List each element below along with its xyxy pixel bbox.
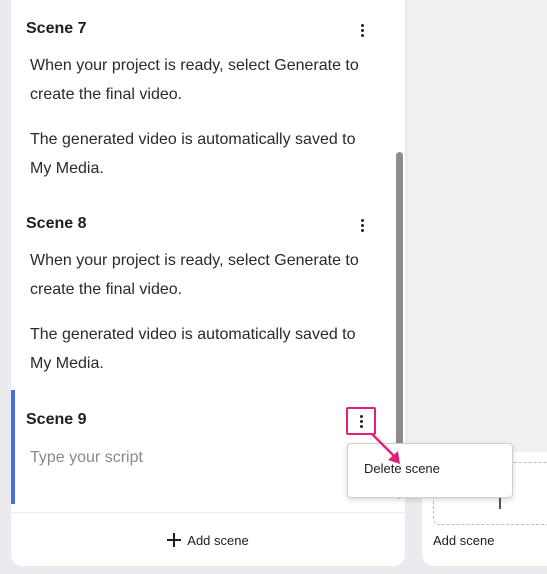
preview-panel xyxy=(408,0,547,452)
editor-canvas: Add scene Scene 7 When your project is r… xyxy=(0,0,547,574)
active-scene-indicator xyxy=(11,390,15,504)
scene-script-panel: Scene 7 When your project is ready, sele… xyxy=(11,0,405,566)
script-paragraph: When your project is ready, select Gener… xyxy=(30,57,359,103)
more-vertical-icon[interactable] xyxy=(346,407,376,435)
add-scene-button[interactable]: Add scene xyxy=(11,512,405,566)
scene-options-menu: Delete scene xyxy=(347,443,513,498)
more-vertical-icon[interactable] xyxy=(354,215,370,235)
delete-scene-menu-item[interactable]: Delete scene xyxy=(364,461,440,476)
scene-title: Scene 8 xyxy=(26,215,87,232)
script-paragraph: The generated video is automatically sav… xyxy=(30,326,356,372)
script-paragraph: The generated video is automatically sav… xyxy=(30,131,356,177)
add-scene-label: Add scene xyxy=(187,532,249,548)
script-paragraph: When your project is ready, select Gener… xyxy=(30,252,359,298)
scene-script-text[interactable]: When your project is ready, select Gener… xyxy=(30,51,375,183)
plus-icon xyxy=(167,533,182,547)
script-input[interactable]: Type your script xyxy=(30,443,375,472)
scene-script-text[interactable]: When your project is ready, select Gener… xyxy=(30,246,375,378)
scene-title: Scene 9 xyxy=(26,411,87,428)
more-vertical-icon[interactable] xyxy=(354,20,370,40)
scene-title: Scene 7 xyxy=(26,20,87,37)
thumbnail-add-scene-label[interactable]: Add scene xyxy=(433,533,494,548)
